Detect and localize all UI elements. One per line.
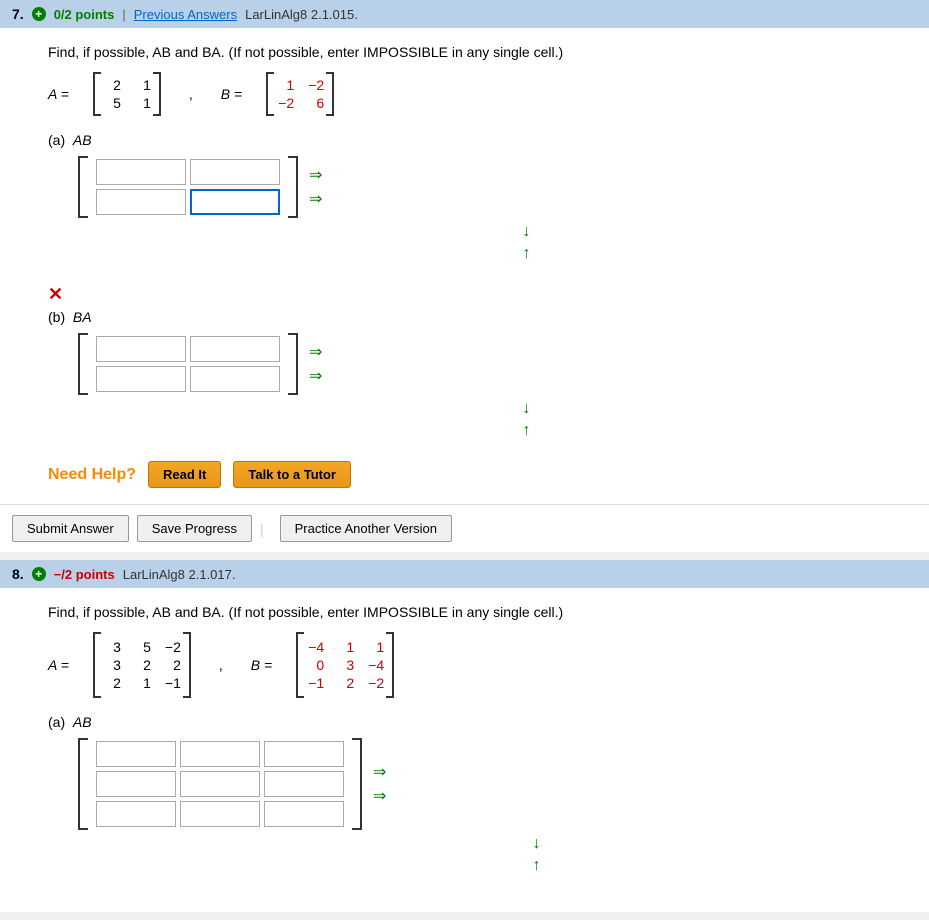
q7-prev-answers[interactable]: Previous Answers [134, 7, 237, 22]
q8-plus-icon: + [32, 567, 46, 581]
q7-b-input-11[interactable] [190, 366, 280, 392]
q7-b-input-01[interactable] [190, 336, 280, 362]
q8-a-input-00[interactable] [96, 741, 176, 767]
q8-a-arrow-down[interactable]: ↓ [529, 834, 545, 854]
q8-part-a: (a) AB ⇒ ⇒ [48, 714, 905, 876]
q7-b-arrow-right-1[interactable]: ⇒ [306, 341, 325, 363]
q7-a-arrow-down[interactable]: ↓ [519, 222, 535, 242]
q7-course-code: LarLinAlg8 2.1.015. [245, 7, 358, 22]
q7-problem: Find, if possible, AB and BA. (If not po… [48, 44, 905, 60]
q8-a-arrow-right-2[interactable]: ⇒ [370, 785, 389, 807]
q8-part-a-label: (a) [48, 714, 65, 730]
q7-number: 7. [12, 6, 24, 22]
q8-b-label: B = [251, 657, 272, 673]
q7-part-a-inputs [96, 159, 280, 215]
q7-part-b-label: (b) [48, 309, 65, 325]
q7-matrix-b: 1 −2 −2 6 [266, 72, 334, 116]
q7-part-a-label: (a) [48, 132, 65, 148]
q7-practice-btn[interactable]: Practice Another Version [280, 515, 452, 542]
q8-matrix-b: −4 1 1 0 3 −4 −1 2 −2 [296, 632, 394, 698]
q8-a-row-arrows: ↓ ↑ [168, 834, 905, 876]
q8-a-input-20[interactable] [96, 801, 176, 827]
q7-plus-icon: + [32, 7, 46, 21]
q7-talk-tutor-btn[interactable]: Talk to a Tutor [233, 461, 351, 488]
q7-action-bar: Submit Answer Save Progress | Practice A… [0, 504, 929, 552]
question-7: 7. + 0/2 points | Previous Answers LarLi… [0, 0, 929, 552]
q7-matrices: A = 2 1 5 1 , B = 1 −2 −2 6 [48, 72, 905, 116]
q8-number: 8. [12, 566, 24, 582]
q7-a-input-00[interactable] [96, 159, 186, 185]
q7-part-b-var: BA [73, 309, 92, 325]
question-8-header: 8. + −/2 points LarLinAlg8 2.1.017. [0, 560, 929, 588]
q8-a-arrow-controls: ⇒ ⇒ [370, 761, 389, 807]
q8-a-input-12[interactable] [264, 771, 344, 797]
q7-part-a-matrix: ⇒ ⇒ [78, 156, 905, 218]
q7-need-help-label: Need Help? [48, 466, 136, 484]
q8-a-input-10[interactable] [96, 771, 176, 797]
q8-a-arrow-right-1[interactable]: ⇒ [370, 761, 389, 783]
q7-part-b-matrix: ⇒ ⇒ [78, 333, 905, 395]
q8-part-a-var: AB [73, 714, 92, 730]
q8-matrices: A = 3 5 −2 3 2 2 2 1 −1 , B = [48, 632, 905, 698]
q7-b-arrow-right-2[interactable]: ⇒ [306, 365, 325, 387]
q7-a-input-10[interactable] [96, 189, 186, 215]
q8-problem: Find, if possible, AB and BA. (If not po… [48, 604, 905, 620]
q8-a-input-22[interactable] [264, 801, 344, 827]
q7-matrix-a: 2 1 5 1 [93, 72, 161, 116]
q8-matrix-a: 3 5 −2 3 2 2 2 1 −1 [93, 632, 191, 698]
q7-read-it-btn[interactable]: Read It [148, 461, 221, 488]
q8-a-arrow-up[interactable]: ↑ [529, 856, 545, 876]
q7-a-arrow-right-2[interactable]: ⇒ [306, 188, 325, 210]
question-8: 8. + −/2 points LarLinAlg8 2.1.017. Find… [0, 560, 929, 912]
q7-b-input-10[interactable] [96, 366, 186, 392]
q7-save-btn[interactable]: Save Progress [137, 515, 252, 542]
q7-b-label: B = [221, 86, 242, 102]
q7-body: Find, if possible, AB and BA. (If not po… [0, 28, 929, 504]
q8-a-label: A = [48, 657, 69, 673]
q8-a-input-02[interactable] [264, 741, 344, 767]
q7-b-row-arrows: ↓ ↑ [148, 399, 905, 441]
q7-part-a: (a) AB ⇒ ⇒ ↓ ↑ [48, 132, 905, 264]
q7-a-label: A = [48, 86, 69, 102]
q8-body: Find, if possible, AB and BA. (If not po… [0, 588, 929, 912]
q8-part-a-matrix: ⇒ ⇒ [78, 738, 905, 830]
q7-a-input-11[interactable] [190, 189, 280, 215]
q8-a-input-21[interactable] [180, 801, 260, 827]
q7-part-b-inputs [96, 336, 280, 392]
q7-a-arrow-controls: ⇒ ⇒ [306, 164, 325, 210]
q7-b-arrow-down[interactable]: ↓ [519, 399, 535, 419]
question-7-header: 7. + 0/2 points | Previous Answers LarLi… [0, 0, 929, 28]
q8-course-code: LarLinAlg8 2.1.017. [123, 567, 236, 582]
q8-part-a-inputs [96, 741, 344, 827]
q7-a-arrow-right-1[interactable]: ⇒ [306, 164, 325, 186]
q7-need-help: Need Help? Read It Talk to a Tutor [48, 461, 905, 488]
q7-part-b: ✕ (b) BA ⇒ ⇒ ↓ ↑ [48, 284, 905, 441]
q7-points: 0/2 points [54, 7, 115, 22]
q7-b-arrow-controls: ⇒ ⇒ [306, 341, 325, 387]
q7-submit-btn[interactable]: Submit Answer [12, 515, 129, 542]
q7-a-arrow-up[interactable]: ↑ [519, 244, 535, 264]
q7-part-b-x: ✕ [48, 284, 905, 305]
q7-a-row-arrows: ↓ ↑ [148, 222, 905, 264]
q8-a-input-11[interactable] [180, 771, 260, 797]
q7-part-a-var: AB [73, 132, 92, 148]
q7-b-arrow-up[interactable]: ↑ [519, 421, 535, 441]
q7-b-input-00[interactable] [96, 336, 186, 362]
q8-a-input-01[interactable] [180, 741, 260, 767]
q7-a-input-01[interactable] [190, 159, 280, 185]
q8-points: −/2 points [54, 567, 115, 582]
